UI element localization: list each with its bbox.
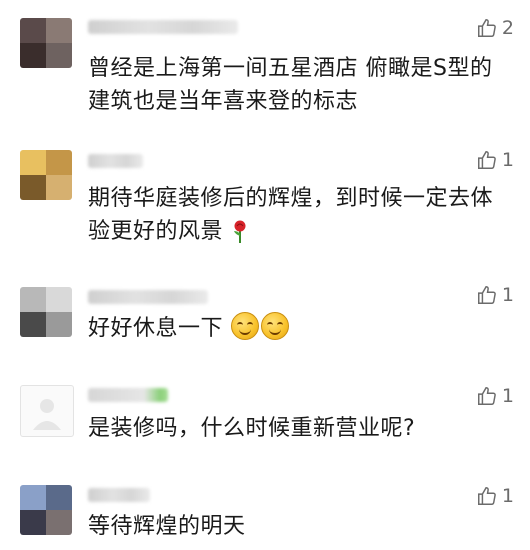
username-blurred <box>88 154 143 168</box>
comment-text-body: 期待华庭装修后的辉煌，到时候一定去体验更好的风景 <box>88 186 494 244</box>
thumb-up-icon <box>477 151 496 169</box>
like-count: 2 <box>501 17 514 39</box>
comment-text: 好好休息一下 <box>88 312 512 345</box>
avatar[interactable] <box>20 287 72 337</box>
thumb-up-icon <box>477 387 496 405</box>
comment-text: 是装修吗，什么时候重新营业呢? <box>88 416 416 441</box>
avatar[interactable] <box>20 18 72 68</box>
avatar[interactable] <box>20 485 72 535</box>
default-avatar-icon <box>33 399 61 430</box>
like-count: 1 <box>501 485 514 507</box>
username-blurred <box>88 388 168 402</box>
like-count: 1 <box>501 284 514 306</box>
smile-icon <box>230 312 259 340</box>
comment-text: 期待华庭装修后的辉煌，到时候一定去体验更好的风景 <box>88 182 512 254</box>
username-blurred <box>88 488 150 502</box>
avatar[interactable] <box>20 385 74 437</box>
comment-text-body: 好好休息一下 <box>88 316 224 341</box>
like-count: 1 <box>501 149 514 171</box>
comment-text: 曾经是上海第一间五星酒店 俯瞰是S型的建筑也是当年喜来登的标志 <box>88 56 493 114</box>
like-button[interactable]: 1 <box>476 149 514 171</box>
thumb-up-icon <box>477 286 496 304</box>
like-count: 1 <box>501 385 514 407</box>
like-button[interactable]: 2 <box>476 17 514 39</box>
avatar[interactable] <box>20 150 72 200</box>
like-button[interactable]: 1 <box>476 385 514 407</box>
thumb-up-icon <box>477 487 496 505</box>
like-button[interactable]: 1 <box>476 485 514 507</box>
username-blurred <box>88 20 238 34</box>
like-button[interactable]: 1 <box>476 284 514 306</box>
username-blurred <box>88 290 208 304</box>
comment-text: 等待辉煌的明天 <box>88 514 246 539</box>
rose-icon <box>231 220 249 254</box>
thumb-up-icon <box>477 19 496 37</box>
smile-icon <box>260 312 289 340</box>
